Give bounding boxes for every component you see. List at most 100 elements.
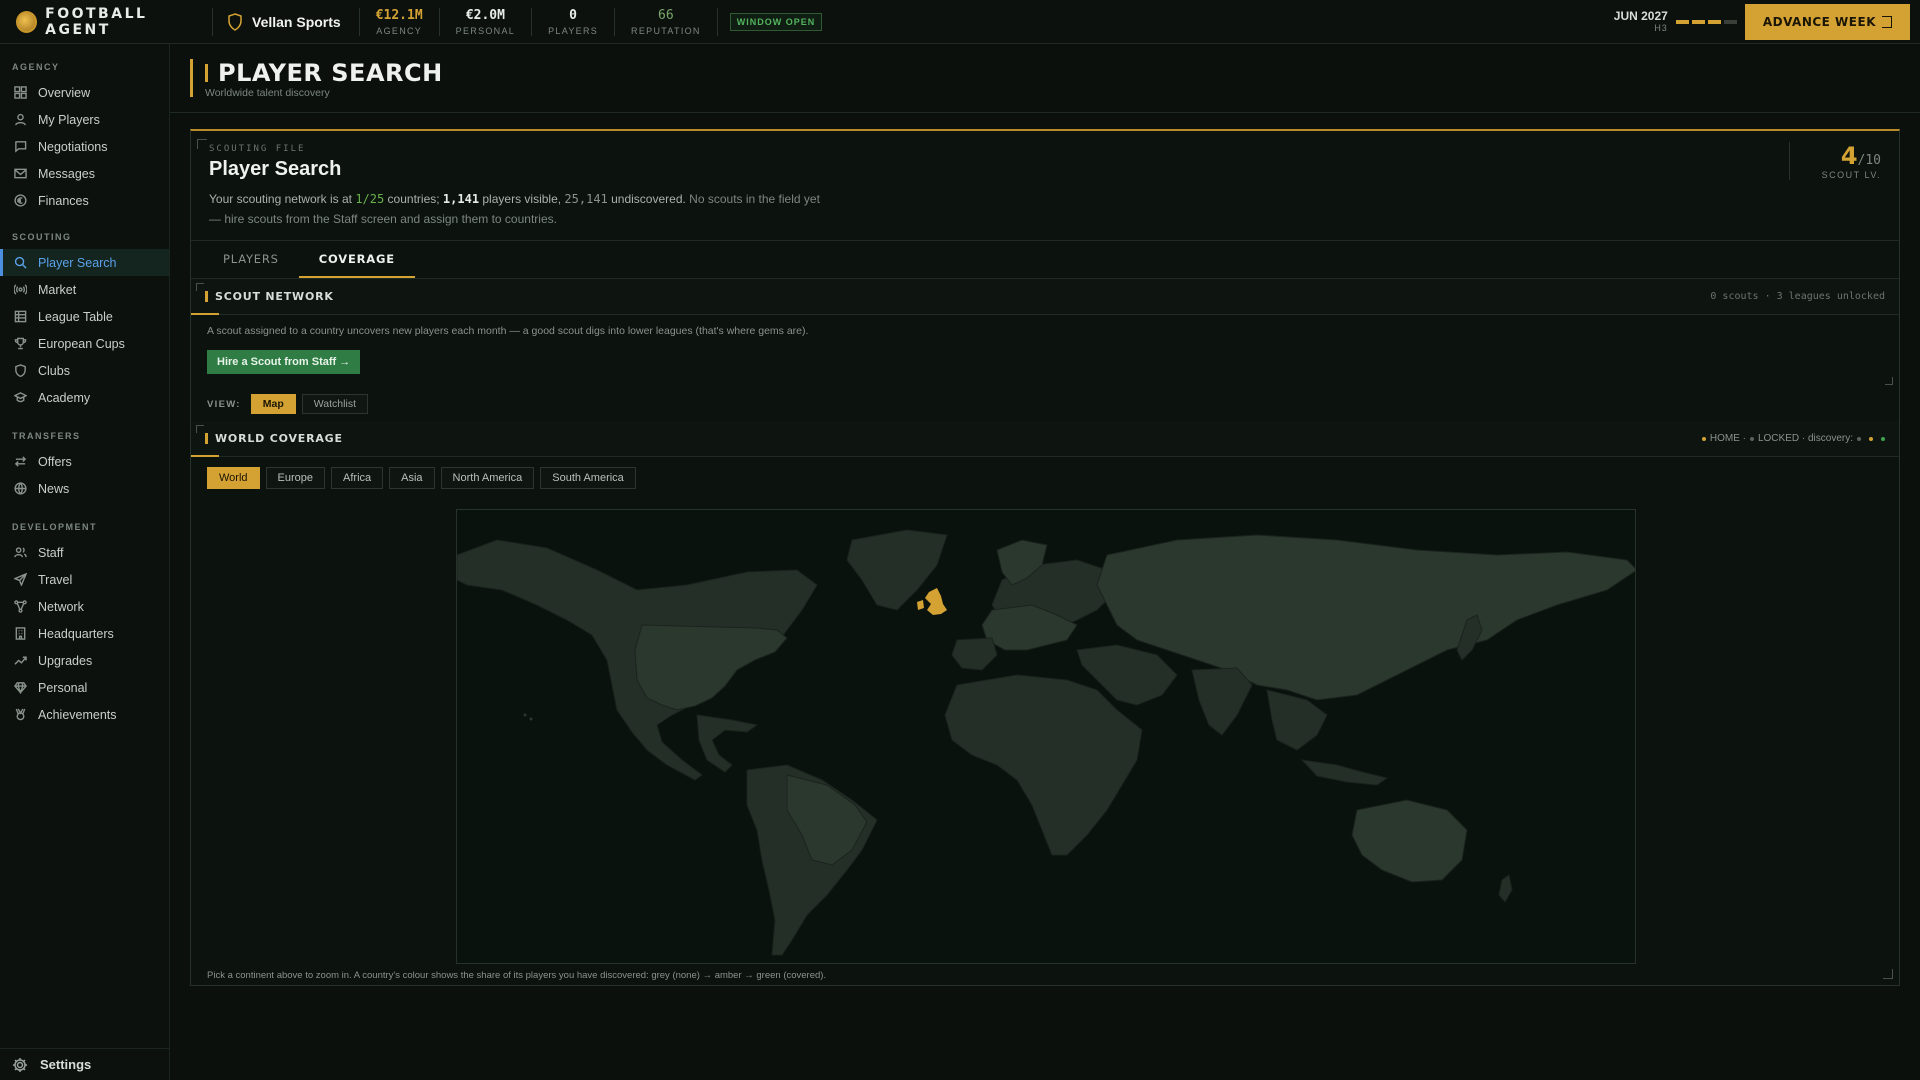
countries-count: 1/25 bbox=[355, 192, 385, 206]
sidebar-item-network[interactable]: Network bbox=[0, 593, 169, 620]
week-bar bbox=[1691, 19, 1705, 24]
sidebar-item-label: Staff bbox=[38, 545, 64, 560]
nav-section-agency: AGENCY bbox=[12, 62, 60, 72]
sidebar-item-label: Messages bbox=[38, 166, 95, 181]
club-name: Vellan Sports bbox=[252, 13, 341, 30]
view-watchlist-button[interactable]: Watchlist bbox=[301, 394, 368, 414]
page-subtitle: Worldwide talent discovery bbox=[205, 87, 330, 99]
world-map-svg[interactable] bbox=[457, 510, 1636, 964]
sidebar-item-staff[interactable]: Staff bbox=[0, 539, 169, 566]
brand: FOOTBALL AGENT bbox=[0, 0, 212, 44]
sidebar-item-label: News bbox=[38, 481, 70, 496]
sidebar-item-headquarters[interactable]: Headquarters bbox=[0, 620, 169, 647]
sidebar-item-clubs[interactable]: Clubs bbox=[0, 357, 169, 384]
continent-north-america-button[interactable]: North America bbox=[440, 467, 535, 489]
map-new-zealand[interactable] bbox=[1498, 874, 1513, 903]
map-iberia[interactable] bbox=[951, 637, 998, 671]
sidebar-item-label: League Table bbox=[38, 309, 113, 324]
legend-home: HOME · bbox=[1709, 433, 1746, 444]
sidebar-item-upgrades[interactable]: Upgrades bbox=[0, 647, 169, 674]
plane-icon bbox=[14, 573, 27, 586]
sidebar-item-label: Upgrades bbox=[38, 653, 93, 668]
sidebar-item-league-table[interactable]: League Table bbox=[0, 303, 169, 330]
hire-scout-button[interactable]: Hire a Scout from Staff → bbox=[207, 350, 361, 374]
broadcast-icon bbox=[14, 284, 27, 295]
nav-section-development: DEVELOPMENT bbox=[12, 522, 98, 532]
scout-network-title: SCOUT NETWORK bbox=[215, 290, 334, 303]
continent-filter: World Europe Africa Asia North America S… bbox=[207, 467, 642, 489]
view-map-button[interactable]: Map bbox=[250, 394, 296, 414]
continent-world-button[interactable]: World bbox=[207, 467, 260, 489]
map-usa[interactable] bbox=[634, 624, 788, 711]
stat-agency: €12.1M AGENCY bbox=[360, 0, 439, 44]
sidebar-item-academy[interactable]: Academy bbox=[0, 384, 169, 411]
page-title: PLAYER SEARCH bbox=[218, 59, 443, 87]
map-indonesia[interactable] bbox=[1300, 759, 1389, 786]
diamond-icon bbox=[14, 682, 27, 694]
continent-south-america-button[interactable]: South America bbox=[540, 467, 636, 489]
scout-level-value: 4 bbox=[1840, 142, 1858, 170]
staff-icon bbox=[14, 547, 27, 558]
sidebar-item-negotiations[interactable]: Negotiations bbox=[0, 133, 169, 160]
sidebar-item-label: Travel bbox=[38, 572, 73, 587]
stat-personal-value: €2.0M bbox=[465, 7, 505, 23]
sidebar-item-news[interactable]: News bbox=[0, 475, 169, 502]
sidebar-item-messages[interactable]: Messages bbox=[0, 160, 169, 187]
sidebar-item-my-players[interactable]: My Players bbox=[0, 106, 169, 133]
sidebar-item-finances[interactable]: Finances bbox=[0, 187, 169, 214]
desc-text: Your scouting network is at bbox=[209, 192, 356, 206]
sidebar-item-label: Finances bbox=[38, 193, 89, 208]
sidebar-item-overview[interactable]: Overview bbox=[0, 79, 169, 106]
world-coverage-header: WORLD COVERAGE HOME · LOCKED · discovery… bbox=[191, 421, 1899, 457]
top-right: JUN 2027 H3 ADVANCE WEEK bbox=[1614, 0, 1920, 44]
map-asia[interactable] bbox=[1096, 534, 1636, 701]
sidebar-item-market[interactable]: Market bbox=[0, 276, 169, 303]
advance-week-button[interactable]: ADVANCE WEEK bbox=[1744, 3, 1910, 40]
top-bar: FOOTBALL AGENT Vellan Sports €12.1M AGEN… bbox=[0, 0, 1920, 44]
table-icon bbox=[14, 310, 27, 323]
network-icon bbox=[14, 600, 27, 613]
tab-bar: PLAYERS COVERAGE bbox=[191, 241, 1899, 279]
sidebar-item-offers[interactable]: Offers bbox=[0, 448, 169, 475]
map-australia[interactable] bbox=[1351, 799, 1468, 883]
graduation-icon bbox=[14, 392, 27, 403]
date-main: JUN 2027 bbox=[1613, 9, 1668, 23]
map-central-america[interactable] bbox=[696, 714, 759, 773]
main-content: PLAYER SEARCH Worldwide talent discovery… bbox=[170, 44, 1920, 1080]
sidebar-item-personal[interactable]: Personal bbox=[0, 674, 169, 701]
sidebar-item-european-cups[interactable]: European Cups bbox=[0, 330, 169, 357]
stat-personal: €2.0M PERSONAL bbox=[440, 0, 531, 44]
sidebar-item-travel[interactable]: Travel bbox=[0, 566, 169, 593]
football-logo-icon bbox=[16, 10, 38, 33]
tab-players[interactable]: PLAYERS bbox=[191, 241, 299, 278]
map-africa[interactable] bbox=[944, 674, 1143, 856]
stat-reputation: 66 REPUTATION bbox=[615, 0, 717, 44]
continent-africa-button[interactable]: Africa bbox=[331, 467, 384, 489]
week-bar bbox=[1707, 19, 1721, 24]
continent-europe-button[interactable]: Europe bbox=[265, 467, 326, 489]
sidebar-item-label: European Cups bbox=[38, 336, 125, 351]
sidebar-item-achievements[interactable]: Achievements bbox=[0, 701, 169, 728]
scouting-panel: SCOUTING FILE Player Search Your scoutin… bbox=[190, 129, 1900, 986]
section-accent bbox=[205, 291, 208, 302]
map-india[interactable] bbox=[1191, 667, 1253, 736]
divider bbox=[716, 7, 718, 36]
map-ireland[interactable] bbox=[917, 600, 924, 610]
continent-asia-button[interactable]: Asia bbox=[389, 467, 435, 489]
coverage-body: World Europe Africa Asia North America S… bbox=[191, 457, 1899, 985]
world-map[interactable] bbox=[456, 509, 1636, 964]
tab-coverage[interactable]: COVERAGE bbox=[298, 241, 415, 278]
sidebar-item-player-search[interactable]: Player Search bbox=[0, 249, 169, 276]
mail-icon bbox=[14, 168, 27, 179]
building-icon bbox=[15, 627, 26, 640]
corner-mark bbox=[1883, 969, 1893, 979]
club-badge[interactable]: Vellan Sports bbox=[213, 0, 359, 44]
sidebar-item-label: Achievements bbox=[38, 707, 117, 722]
settings-button[interactable]: Settings bbox=[0, 1048, 170, 1080]
map-united-kingdom[interactable] bbox=[925, 588, 947, 615]
sidebar-item-label: Clubs bbox=[38, 363, 70, 378]
advance-week-label: ADVANCE WEEK bbox=[1762, 14, 1876, 29]
visible-count: 1,141 bbox=[442, 192, 480, 206]
corner-mark bbox=[197, 139, 207, 149]
file-description: Your scouting network is at 1/25 countri… bbox=[209, 189, 829, 229]
